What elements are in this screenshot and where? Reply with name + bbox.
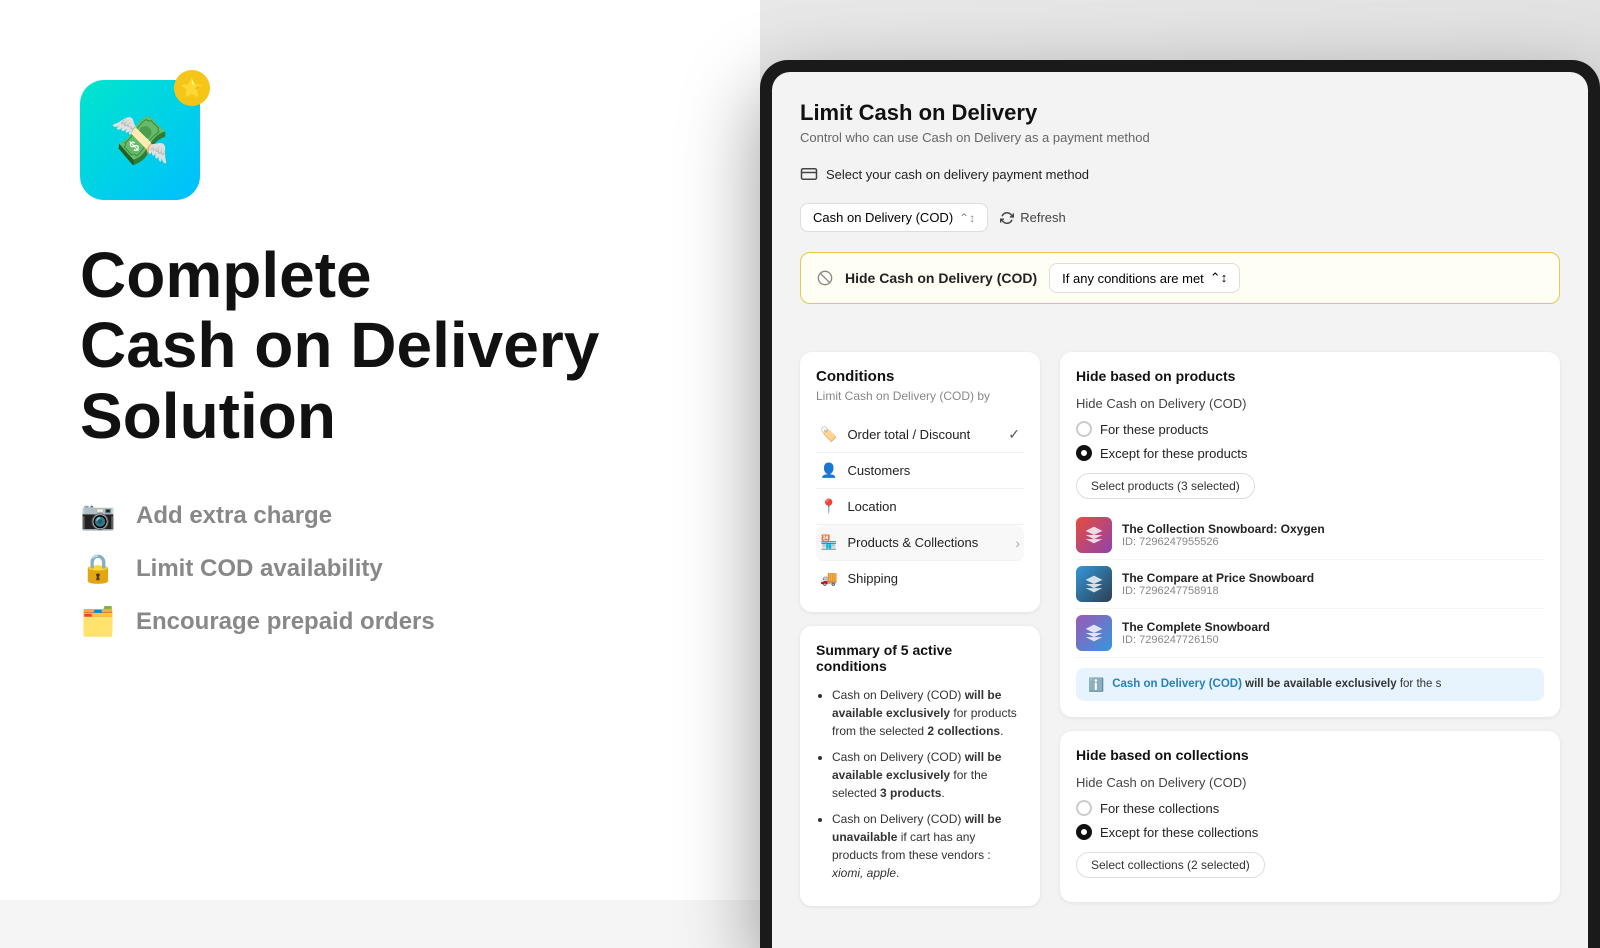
condition-label-order-total: Order total / Discount (847, 427, 970, 442)
camera-icon: 📷 (80, 499, 116, 532)
products-section: Hide based on products Hide Cash on Deli… (1060, 352, 1560, 717)
radio-circle-for-products (1076, 421, 1092, 437)
collections-section: Hide based on collections Hide Cash on D… (1060, 731, 1560, 902)
cod-hide-label: Hide Cash on Delivery (COD) (845, 270, 1037, 286)
product-name-2: The Compare at Price Snowboard (1122, 571, 1544, 585)
condition-label-shipping: Shipping (847, 571, 898, 586)
conditions-title: Conditions (816, 368, 1024, 385)
app-content: Conditions Limit Cash on Delivery (COD) … (772, 324, 1588, 948)
main-title: Complete Cash on Delivery Solution (80, 240, 700, 451)
condition-products-collections[interactable]: 🏪 Products & Collections › (816, 525, 1024, 561)
card-icon: 🗂️ (80, 605, 116, 638)
chevron-dropdown-icon: ⌃↕ (1210, 270, 1227, 286)
product-item-1: The Collection Snowboard: Oxygen ID: 729… (1076, 511, 1544, 560)
checkmark-icon: ✓ (1008, 426, 1020, 443)
person-icon: 👤 (820, 462, 837, 479)
page-title: Limit Cash on Delivery (800, 100, 1560, 126)
refresh-button[interactable]: Refresh (1000, 210, 1066, 225)
summary-item-1: Cash on Delivery (COD) will be available… (832, 686, 1024, 740)
feature-list: 📷 Add extra charge 🔒 Limit COD availabil… (80, 499, 700, 638)
condition-label-location: Location (847, 499, 896, 514)
condition-shipping[interactable]: 🚚 Shipping (816, 561, 1024, 596)
product-name-1: The Collection Snowboard: Oxygen (1122, 522, 1544, 536)
product-item-2: The Compare at Price Snowboard ID: 72962… (1076, 560, 1544, 609)
condition-label-customers: Customers (847, 463, 910, 478)
summary-title: Summary of 5 active conditions (816, 642, 1024, 674)
collections-section-subtitle: Hide Cash on Delivery (COD) (1076, 775, 1544, 790)
products-info-text: Cash on Delivery (COD) will be available… (1112, 676, 1441, 692)
store-icon: 🏪 (820, 534, 837, 551)
app-icon: ⭐ 💸 (80, 80, 200, 200)
product-item-3: The Complete Snowboard ID: 7296247726150 (1076, 609, 1544, 658)
conditions-card: Conditions Limit Cash on Delivery (COD) … (800, 352, 1040, 612)
radio-circle-for-collections (1076, 800, 1092, 816)
page-subtitle: Control who can use Cash on Delivery as … (800, 130, 1560, 145)
radio-label-except-products: Except for these products (1100, 446, 1247, 461)
product-id-3: ID: 7296247726150 (1122, 634, 1544, 646)
radio-for-products[interactable]: For these products (1076, 421, 1544, 437)
condition-customers[interactable]: 👤 Customers (816, 453, 1024, 489)
collections-radio-group: For these collections Except for these c… (1076, 800, 1544, 840)
payment-method-select[interactable]: Cash on Delivery (COD) ⌃↕ (800, 203, 988, 232)
payment-select-row: Cash on Delivery (COD) ⌃↕ Refresh (800, 203, 1560, 232)
summary-list: Cash on Delivery (COD) will be available… (816, 686, 1024, 882)
radio-label-for-collections: For these collections (1100, 801, 1219, 816)
product-thumb-2 (1076, 566, 1112, 602)
refresh-label: Refresh (1020, 210, 1066, 225)
feature-item-limit: 🔒 Limit COD availability (80, 552, 700, 585)
payment-method-label-text: Select your cash on delivery payment met… (826, 167, 1089, 182)
product-name-3: The Complete Snowboard (1122, 620, 1544, 634)
left-panel: ⭐ 💸 Complete Cash on Delivery Solution 📷… (0, 0, 760, 900)
location-icon: 📍 (820, 498, 837, 515)
summary-item-3: Cash on Delivery (COD) will be unavailab… (832, 810, 1024, 882)
feature-item-charge: 📷 Add extra charge (80, 499, 700, 532)
page-header: Limit Cash on Delivery Control who can u… (772, 72, 1588, 304)
products-section-title: Hide based on products (1076, 368, 1544, 384)
select-collections-button[interactable]: Select collections (2 selected) (1076, 852, 1265, 878)
tag-icon: 🏷️ (820, 426, 837, 443)
info-icon: ℹ️ (1088, 677, 1104, 693)
select-products-button[interactable]: Select products (3 selected) (1076, 473, 1255, 499)
radio-for-collections[interactable]: For these collections (1076, 800, 1544, 816)
radio-label-for-products: For these products (1100, 422, 1208, 437)
payment-method-icon: Select your cash on delivery payment met… (800, 165, 1089, 183)
conditions-panel: Conditions Limit Cash on Delivery (COD) … (800, 352, 1040, 920)
conditions-dropdown[interactable]: If any conditions are met ⌃↕ (1049, 263, 1240, 293)
products-radio-group: For these products Except for these prod… (1076, 421, 1544, 461)
product-thumb-3 (1076, 615, 1112, 651)
feature-label-charge: Add extra charge (136, 502, 332, 530)
conditions-subtitle: Limit Cash on Delivery (COD) by (816, 389, 1024, 403)
products-info-box: ℹ️ Cash on Delivery (COD) will be availa… (1076, 668, 1544, 701)
radio-except-collections[interactable]: Except for these collections (1076, 824, 1544, 840)
radio-circle-except-products (1076, 445, 1092, 461)
products-section-subtitle: Hide Cash on Delivery (COD) (1076, 396, 1544, 411)
feature-item-prepaid: 🗂️ Encourage prepaid orders (80, 605, 700, 638)
lock-icon: 🔒 (80, 552, 116, 585)
product-id-1: ID: 7296247955526 (1122, 536, 1544, 548)
condition-label-products: Products & Collections (847, 535, 978, 550)
tablet-screen: Limit Cash on Delivery Control who can u… (772, 72, 1588, 948)
payment-method-row: Select your cash on delivery payment met… (800, 165, 1560, 183)
radio-except-products[interactable]: Except for these products (1076, 445, 1544, 461)
truck-icon: 🚚 (820, 570, 837, 587)
summary-item-2: Cash on Delivery (COD) will be available… (832, 748, 1024, 802)
star-badge: ⭐ (174, 70, 210, 106)
app-icon-graphic: 💸 (110, 112, 170, 169)
product-id-2: ID: 7296247758918 (1122, 585, 1544, 597)
arrow-right-icon: › (1015, 535, 1020, 551)
radio-label-except-collections: Except for these collections (1100, 825, 1258, 840)
product-thumb-1 (1076, 517, 1112, 553)
collections-section-title: Hide based on collections (1076, 747, 1544, 763)
radio-circle-except-collections (1076, 824, 1092, 840)
feature-label-prepaid: Encourage prepaid orders (136, 608, 435, 636)
condition-order-total[interactable]: 🏷️ Order total / Discount ✓ (816, 417, 1024, 453)
products-panel: Hide based on products Hide Cash on Deli… (1060, 352, 1560, 920)
tablet-frame: Limit Cash on Delivery Control who can u… (760, 60, 1600, 948)
chevron-down-icon: ⌃↕ (959, 211, 975, 225)
cod-hide-row: Hide Cash on Delivery (COD) If any condi… (800, 252, 1560, 304)
feature-label-limit: Limit COD availability (136, 555, 383, 583)
summary-card: Summary of 5 active conditions Cash on D… (800, 626, 1040, 906)
condition-location[interactable]: 📍 Location (816, 489, 1024, 525)
right-panel: Limit Cash on Delivery Control who can u… (760, 0, 1600, 900)
